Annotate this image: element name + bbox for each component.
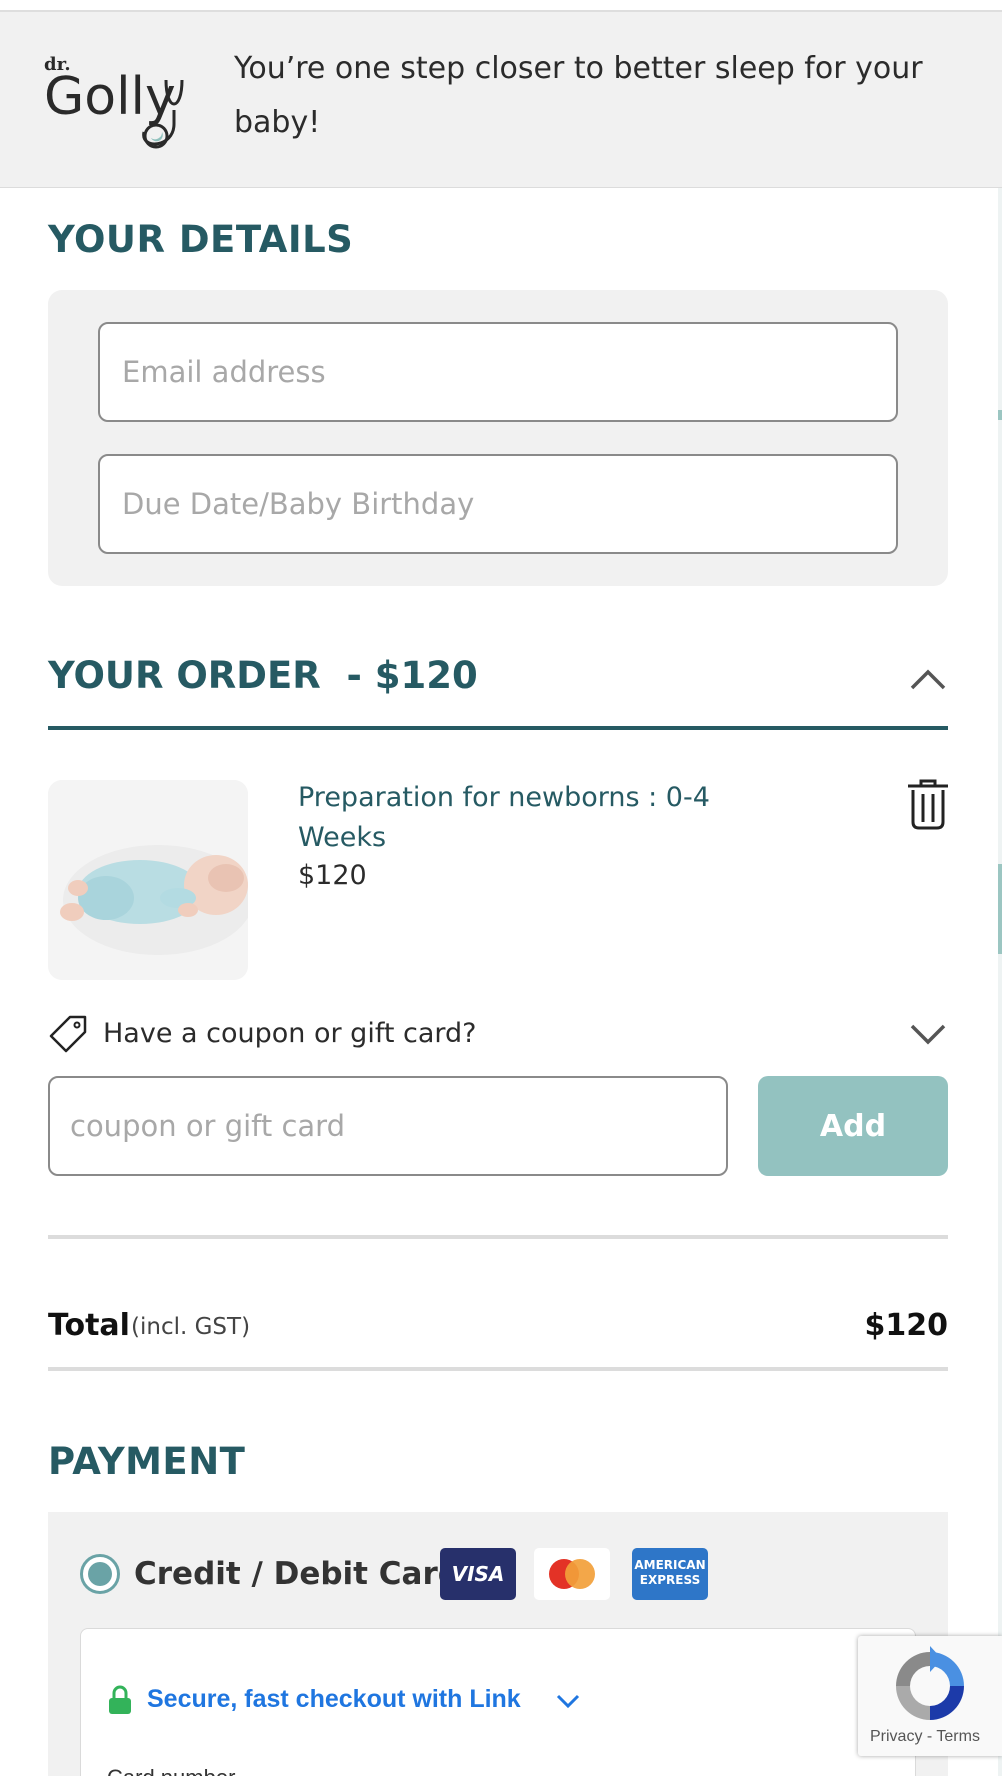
link-separator: -: [922, 1728, 937, 1745]
header-message: You’re one step closer to better sleep f…: [234, 51, 923, 140]
divider: [48, 1367, 948, 1371]
order-title: YOUR ORDER - $120: [48, 654, 478, 697]
chevron-down-icon[interactable]: [908, 1018, 948, 1050]
card-number-label: Card number: [107, 1765, 235, 1776]
card-radio[interactable]: [80, 1554, 120, 1594]
order-header[interactable]: YOUR ORDER - $120: [48, 650, 948, 730]
background-page-edge: [998, 0, 1002, 1776]
recaptcha-badge[interactable]: Privacy - Terms: [858, 1636, 1002, 1756]
details-title: YOUR DETAILS: [48, 218, 354, 261]
edge-mark: [998, 864, 1002, 954]
coupon-field[interactable]: [48, 1076, 728, 1176]
stripe-payment-frame[interactable]: Secure, fast checkout with Link Card num…: [80, 1628, 916, 1776]
payment-panel: Credit / Debit Card VISA AMERICAN EXPRES…: [48, 1512, 948, 1776]
coupon-input[interactable]: [50, 1078, 726, 1174]
due-date-field[interactable]: [98, 454, 898, 554]
checkout-page: dr. Golly You’re one step closer to bett…: [0, 0, 1002, 1776]
total-note: (incl. GST): [131, 1314, 251, 1340]
total-value: $120: [864, 1308, 949, 1343]
payment-title: PAYMENT: [48, 1440, 246, 1483]
trash-icon[interactable]: [906, 778, 950, 830]
tag-icon: [49, 1015, 87, 1053]
chevron-down-icon[interactable]: [555, 1689, 581, 1711]
coupon-label: Have a coupon or gift card?: [103, 1018, 477, 1049]
dr-golly-logo: dr. Golly: [44, 54, 184, 149]
lock-icon: [109, 1685, 131, 1714]
add-coupon-button[interactable]: Add: [758, 1076, 948, 1176]
amex-logo: AMERICAN EXPRESS: [632, 1548, 708, 1600]
product-name: Preparation for newborns : 0-4 Weeks: [298, 782, 710, 853]
chevron-up-icon[interactable]: [908, 660, 948, 700]
checkout-header: dr. Golly You’re one step closer to bett…: [0, 12, 1002, 188]
product-image: [48, 780, 248, 980]
email-input[interactable]: [100, 324, 896, 420]
link-checkout-text[interactable]: Secure, fast checkout with Link: [147, 1685, 521, 1714]
total-label: Total: [48, 1308, 130, 1343]
privacy-link[interactable]: Privacy: [870, 1728, 922, 1745]
coupon-toggle[interactable]: Have a coupon or gift card?: [48, 1012, 948, 1056]
terms-link[interactable]: Terms: [936, 1728, 980, 1745]
divider: [48, 1235, 948, 1239]
edge-mark: [998, 410, 1002, 420]
card-method-label: Credit / Debit Card: [134, 1556, 460, 1592]
browser-top-bar: [0, 0, 1002, 12]
due-date-input[interactable]: [100, 456, 896, 552]
recaptcha-icon: [896, 1646, 964, 1720]
recaptcha-links: Privacy - Terms: [870, 1728, 980, 1746]
details-panel: [48, 290, 948, 586]
product-price: $120: [298, 860, 367, 891]
svg-text:Golly: Golly: [44, 67, 176, 127]
visa-logo: VISA: [440, 1548, 516, 1600]
mastercard-logo: [534, 1548, 610, 1600]
email-field[interactable]: [98, 322, 898, 422]
